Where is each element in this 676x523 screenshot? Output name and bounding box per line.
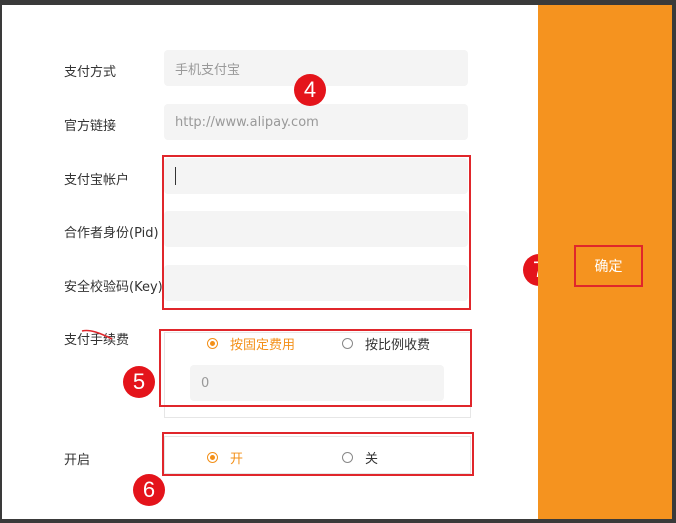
payment-method-label: 支付方式 <box>64 65 117 80</box>
annotation-box-enable <box>162 432 474 476</box>
security-key-label: 安全校验码(Key) <box>64 280 163 295</box>
partner-id-label: 合作者身份(Pid) <box>64 226 159 241</box>
annotation-box-credentials <box>162 155 471 310</box>
official-link-field[interactable]: http://www.alipay.com <box>164 104 468 140</box>
window-frame-right <box>672 0 676 523</box>
annotation-squiggle <box>81 329 113 340</box>
annotation-badge-6: 6 <box>133 474 165 506</box>
official-link-label: 官方链接 <box>64 119 117 134</box>
confirm-button[interactable]: 确定 <box>574 245 643 287</box>
annotation-badge-5: 5 <box>123 366 155 398</box>
enable-label: 开启 <box>64 453 91 468</box>
annotation-box-fee <box>159 329 472 407</box>
window-frame-left <box>0 0 2 523</box>
annotation-badge-4: 4 <box>294 74 326 106</box>
alipay-account-label: 支付宝帐户 <box>64 173 130 188</box>
window-frame-bottom <box>0 519 676 523</box>
